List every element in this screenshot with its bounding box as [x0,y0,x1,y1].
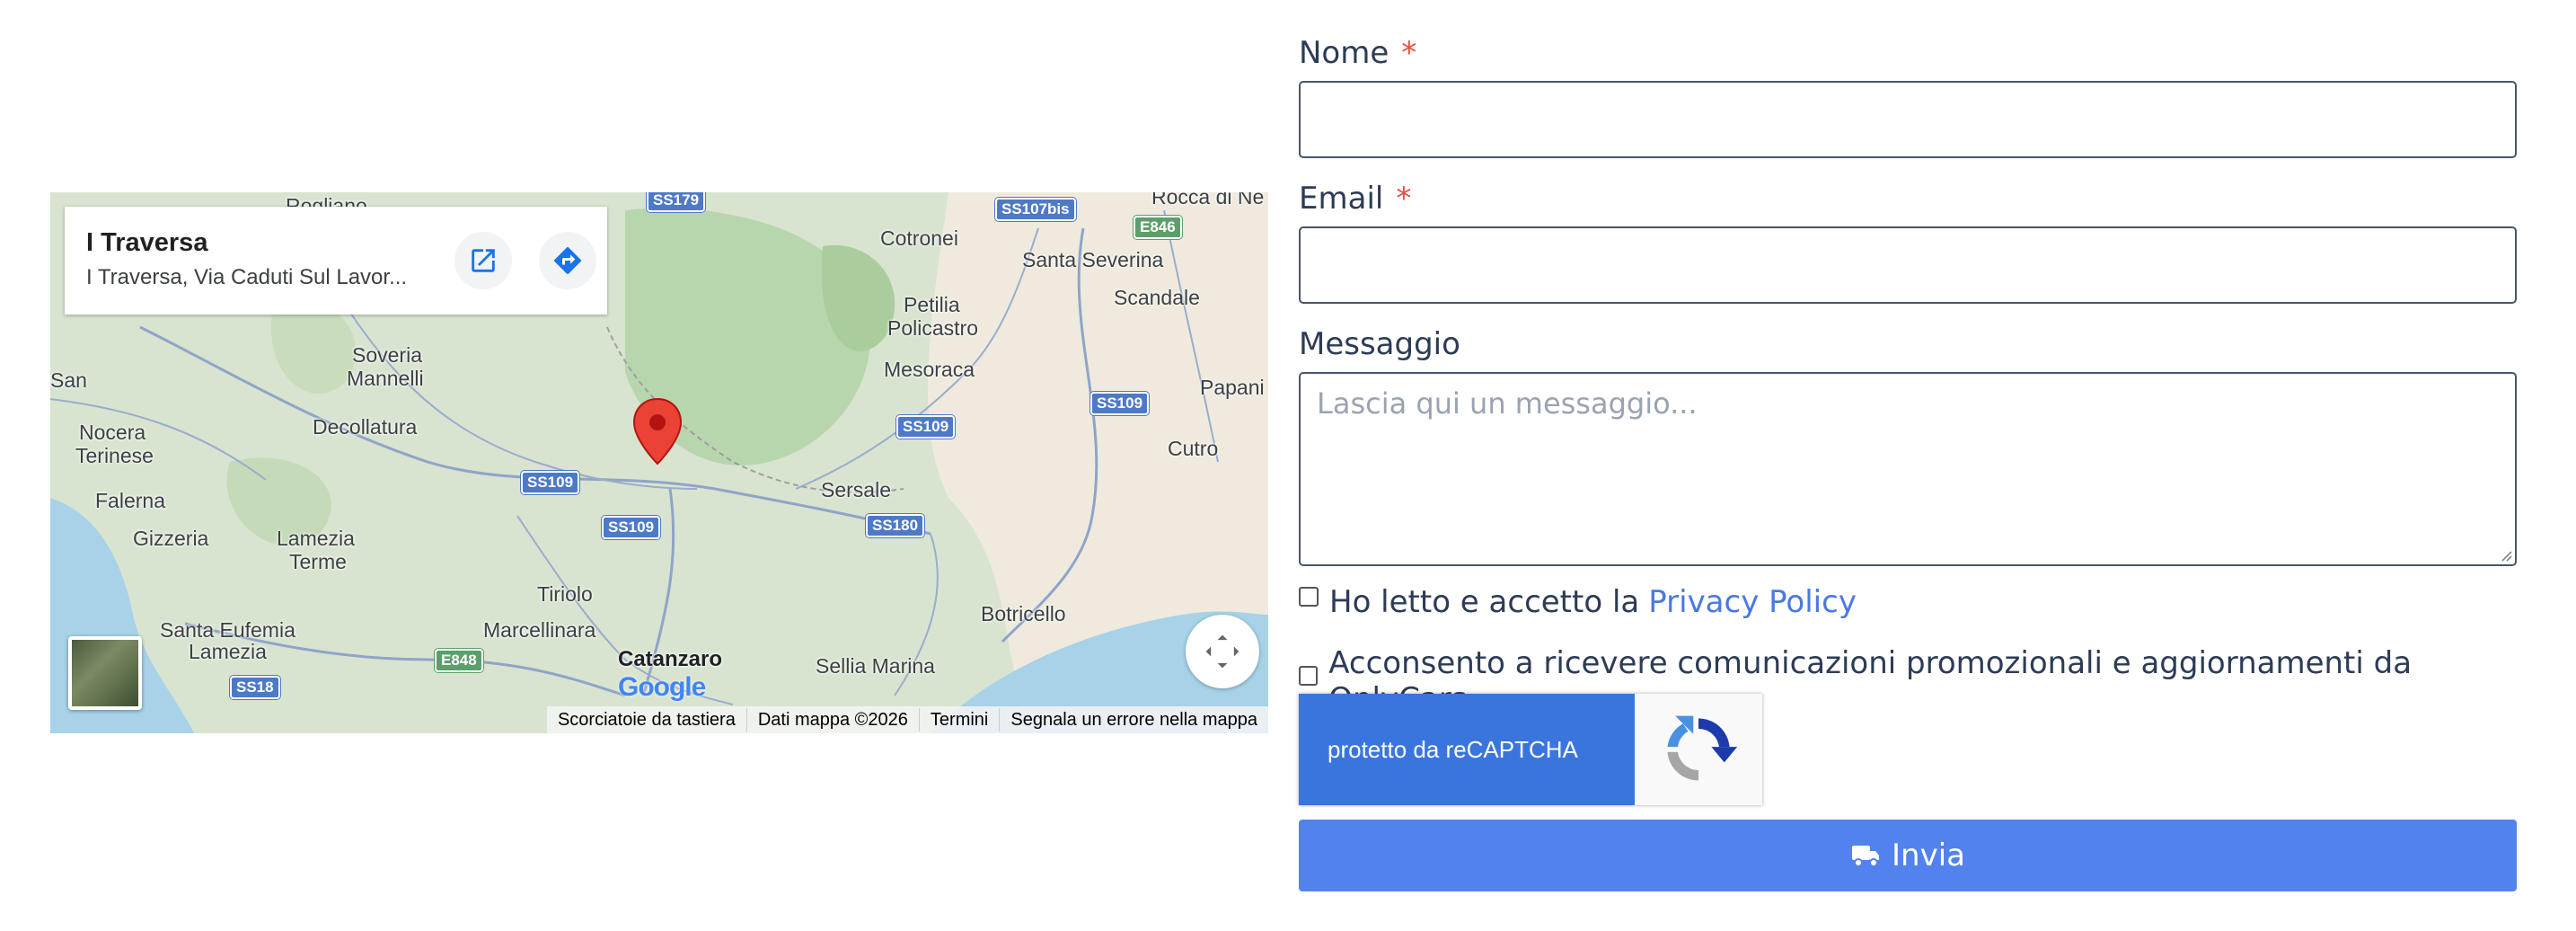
road-shield: E846 [1134,216,1182,239]
road-shield: SS109 [602,516,661,539]
message-label: Messaggio [1299,326,1460,362]
recaptcha-text: protetto da reCAPTCHA [1299,694,1635,805]
message-textarea[interactable]: Lascia qui un messaggio... [1299,372,2517,566]
marketing-checkbox[interactable] [1299,666,1319,686]
open-external-icon [472,249,495,272]
map-place-label: Rocca di Ne [1151,192,1265,208]
map-place-label: Cutro [1168,437,1219,460]
place-address: I Traversa, Via Caduti Sul Lavor... [86,265,408,289]
satellite-layer-toggle[interactable] [68,636,142,710]
recaptcha-logo [1635,694,1762,805]
email-field[interactable] [1299,226,2517,304]
name-label: Nome * [1299,38,2517,68]
terms-link[interactable]: Termini [918,708,999,732]
map-place-label: Marcellinara [483,618,596,642]
map-camera-control[interactable] [1186,615,1259,688]
map-place-label: Santa Severina [1022,248,1164,271]
map-place-label: Santa Eufemia [160,618,296,642]
map-place-label: Scandale [1114,286,1200,309]
map-place-label: Policastro [887,316,978,340]
map-data-credit: Dati mappa ©2026 [745,708,919,732]
google-logo: Google [618,672,706,703]
road-shield: SS107bis [995,198,1076,221]
google-logo-text: Google [618,672,706,702]
open-in-maps-button[interactable] [454,232,512,289]
road-shield: SS109 [1090,392,1150,415]
privacy-checkbox[interactable] [1299,587,1319,607]
road-shield: E848 [435,649,483,672]
send-truck-icon [1852,846,1879,867]
map-place-label: Catanzaro [618,647,723,671]
map-place-label: Lamezia [189,640,267,663]
pan-arrows-icon [1205,634,1239,669]
map-place-label: Botricello [981,602,1066,625]
map-place-label: Tiriolo [537,582,593,606]
directions-icon [554,247,581,274]
privacy-text: Ho letto e accetto la [1329,584,1640,620]
recaptcha-badge[interactable]: protetto da reCAPTCHA [1299,694,1762,805]
map-place-label: Falerna [95,489,165,512]
privacy-consent-row: Ho letto e accetto la Privacy Policy [1299,584,2517,620]
privacy-policy-link[interactable]: Privacy Policy [1648,584,1857,620]
map-place-label: Gizzeria [133,527,209,550]
map-place-label: Terinese [75,444,154,467]
submit-label: Invia [1892,838,1965,873]
map-place-label: Mannelli [347,367,424,390]
email-label-text: Email [1299,181,1384,217]
map-place-label: Sellia Marina [816,654,935,678]
map-place-label: Soveria [352,343,422,367]
required-mark: * [1401,35,1417,71]
map-place-label: Terme [289,550,347,573]
required-mark: * [1396,181,1412,217]
road-shield: SS109 [896,415,956,439]
place-info-card: I Traversa I Traversa, Via Caduti Sul La… [65,207,607,315]
road-shield: SS179 [647,192,706,212]
email-label: Email * [1299,183,2517,214]
map-place-label: Sersale [821,478,891,501]
report-error-link[interactable]: Segnala un errore nella mappa [999,708,1268,732]
map-place-label: Papani [1200,376,1265,399]
map-place-label: Cotronei [880,226,958,250]
name-field[interactable] [1299,81,2517,158]
directions-button[interactable] [539,232,596,289]
map-embed[interactable]: Rogliano Rocca di Ne Cotronei Santa Seve… [50,192,1268,733]
map-place-label: Nocera [79,421,146,444]
location-pin-icon[interactable] [632,397,683,469]
map-attribution-bar: Scorciatoie da tastiera Dati mappa ©2026… [546,706,1268,733]
name-label-text: Nome [1299,35,1389,71]
contact-form: Nome * Email * Messaggio Lascia qui un mes… [1299,32,2517,891]
map-place-label: San [50,368,87,392]
resize-handle-icon[interactable] [2498,547,2512,562]
road-shield: SS18 [230,676,280,699]
keyboard-shortcuts-link[interactable]: Scorciatoie da tastiera [547,708,746,732]
road-shield: SS180 [866,514,925,537]
submit-button[interactable]: Invia [1299,820,2517,891]
map-place-label: Lamezia [277,527,355,550]
message-placeholder: Lascia qui un messaggio... [1317,386,1698,421]
map-place-label: Decollatura [313,415,418,439]
map-place-label: Petilia [904,293,960,316]
recaptcha-icon [1667,715,1738,781]
road-shield: SS109 [521,471,580,494]
map-place-label: Mesoraca [884,358,975,381]
